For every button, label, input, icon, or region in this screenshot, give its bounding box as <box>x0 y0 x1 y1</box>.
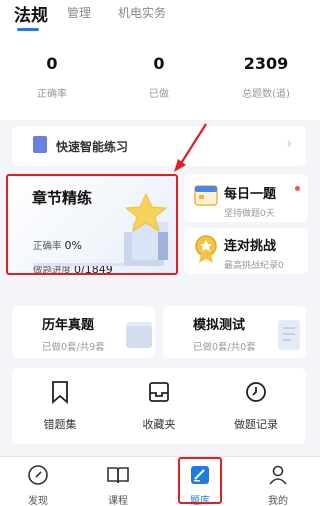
stat-total: 2309 总题数(道) <box>216 54 316 100</box>
chevron-right-icon: › <box>286 136 292 152</box>
medal-icon <box>195 235 217 263</box>
streak-challenge-card[interactable]: 连对挑战 最高挑战纪录0 <box>184 228 308 274</box>
question-bank-highlight-box <box>178 457 222 504</box>
tab-law[interactable]: 法规 <box>14 1 48 26</box>
calendar-icon <box>194 185 218 206</box>
daily-question-title: 每日一题 <box>224 187 277 202</box>
chapter-accuracy-value: 0% <box>64 239 82 252</box>
wrong-questions-button[interactable]: 错题集 <box>20 380 100 432</box>
user-icon <box>269 465 287 485</box>
daily-question-card[interactable]: 每日一题 坚持做题0天 <box>184 174 308 222</box>
stat-accuracy: 0 正确率 <box>2 54 102 100</box>
active-tab-indicator <box>17 28 39 31</box>
nav-profile[interactable]: 我的 <box>258 464 298 506</box>
bookmark-icon <box>52 381 68 404</box>
stats-panel: 0 正确率 0 已做 2309 总题数(道) <box>0 36 320 120</box>
history-button[interactable]: 做题记录 <box>216 380 296 432</box>
chapter-title: 章节精练 <box>32 189 93 207</box>
past-exams-sub: 已做0套/共9套 <box>42 342 105 353</box>
nav-courses-label: 课程 <box>108 496 128 506</box>
mock-test-title: 模拟测试 <box>193 318 246 333</box>
history-label: 做题记录 <box>234 418 278 431</box>
tab-management[interactable]: 管理 <box>67 4 91 21</box>
quick-practice-button[interactable]: 快速智能练习 › <box>12 126 306 166</box>
compass-icon <box>28 465 48 485</box>
streak-challenge-sub: 最高挑战纪录0 <box>224 261 284 271</box>
inbox-icon <box>149 382 169 402</box>
stat-done: 0 已做 <box>109 54 209 100</box>
nav-profile-label: 我的 <box>268 496 288 506</box>
folder-illustration <box>126 322 152 348</box>
mock-test-card[interactable]: 模拟测试 已做0套/共0套 <box>163 306 306 358</box>
tab-electromechanical[interactable]: 机电实务 <box>118 4 166 21</box>
streak-challenge-title: 连对挑战 <box>224 239 277 254</box>
chapter-progress-label: 做题进度 <box>33 265 72 276</box>
nav-discover[interactable]: 发现 <box>18 464 58 506</box>
wrong-questions-label: 错题集 <box>43 418 77 431</box>
daily-question-sub: 坚持做题0天 <box>224 209 275 219</box>
past-exams-title: 历年真题 <box>42 318 95 333</box>
daily-badge-dot <box>295 186 300 191</box>
mock-test-sub: 已做0套/共0套 <box>193 342 256 353</box>
past-exams-card[interactable]: 历年真题 已做0套/共9套 <box>12 306 155 358</box>
quick-practice-label: 快速智能练习 <box>56 140 129 154</box>
stat-done-value: 0 <box>153 54 165 73</box>
tools-panel: 错题集 收藏夹 做题记录 <box>12 368 306 444</box>
book-icon <box>33 136 47 153</box>
favorites-button[interactable]: 收藏夹 <box>119 380 199 432</box>
nav-courses[interactable]: 课程 <box>98 464 138 506</box>
stat-accuracy-label: 正确率 <box>37 89 67 100</box>
chapter-accuracy: 正确率 0% <box>33 238 82 252</box>
chapter-accuracy-label: 正确率 <box>33 241 62 252</box>
subject-tab-bar: 法规 管理 机电实务 <box>0 0 320 36</box>
open-book-icon <box>107 467 129 484</box>
bottom-navigation: 发现 课程 题库 我的 <box>0 456 320 506</box>
chapter-practice-card[interactable]: 章节精练 正确率 0% 做题进度 0/1849 <box>6 174 178 276</box>
nav-discover-label: 发现 <box>28 496 48 506</box>
document-illustration <box>278 320 300 350</box>
stat-done-label: 已做 <box>149 89 169 100</box>
stat-total-label: 总题数(道) <box>242 89 290 100</box>
favorites-label: 收藏夹 <box>142 418 176 431</box>
clock-icon <box>246 382 266 402</box>
star-books-illustration <box>124 192 168 266</box>
stat-accuracy-value: 0 <box>46 54 58 73</box>
stat-total-value: 2309 <box>243 54 289 73</box>
